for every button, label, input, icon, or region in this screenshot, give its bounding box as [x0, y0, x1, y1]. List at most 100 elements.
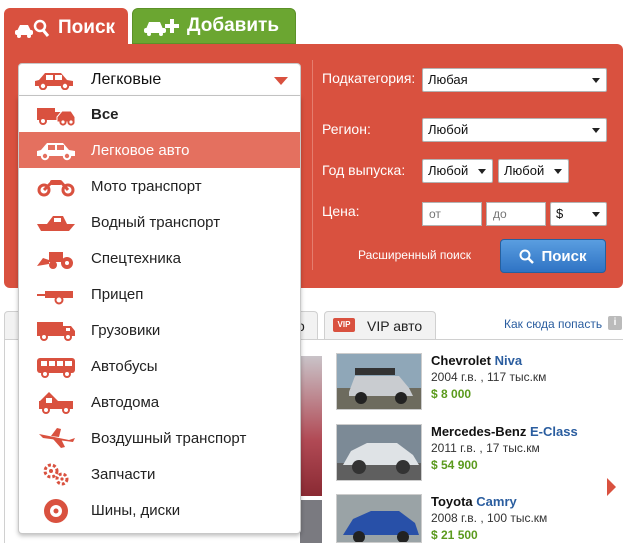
- motorcycle-icon: [37, 180, 75, 197]
- ad-price: $ 21 500: [431, 528, 478, 542]
- price-label: Цена:: [322, 203, 360, 219]
- car-photo-icon: [337, 425, 421, 480]
- year-label: Год выпуска:: [322, 162, 406, 178]
- dropdown-item-label: Все: [91, 106, 119, 123]
- category-select-value: Легковые: [91, 71, 162, 88]
- advanced-search-link[interactable]: Расширенный поиск: [358, 248, 471, 262]
- photo-strip: [300, 356, 322, 496]
- ad-make: Toyota: [431, 494, 473, 509]
- tab-search-label: Поиск: [58, 17, 116, 38]
- ad-photo[interactable]: [336, 353, 422, 410]
- ad-meta: 2011 г.в. , 17 тыс.км: [431, 441, 540, 455]
- ad-price: $ 8 000: [431, 387, 472, 401]
- ad-make: Mercedes-Benz: [431, 424, 527, 439]
- search-button-label: Поиск: [541, 247, 587, 265]
- car-photo-icon: [337, 354, 421, 409]
- car-icon: [37, 143, 75, 161]
- year-to-select[interactable]: Любой: [498, 159, 569, 183]
- dropdown-item-water[interactable]: Водный транспорт: [19, 204, 300, 240]
- search-icon: [519, 249, 535, 264]
- airplane-icon: [39, 428, 75, 448]
- chevron-down-icon: [592, 212, 600, 217]
- ad-title[interactable]: Chevrolet Niva: [431, 353, 522, 368]
- dropdown-item-all[interactable]: Все: [19, 96, 300, 132]
- ad-meta: 2004 г.в. , 117 тыс.км: [431, 370, 547, 384]
- category-select[interactable]: Легковые: [18, 63, 301, 96]
- year-from-value: Любой: [428, 163, 469, 178]
- ad-title[interactable]: Toyota Camry: [431, 494, 517, 509]
- chevron-down-icon: [478, 169, 486, 174]
- year-to-value: Любой: [504, 163, 545, 178]
- price-from-input[interactable]: [422, 202, 482, 226]
- currency-select[interactable]: $: [550, 202, 607, 226]
- category-dropdown-list: Все Легковое авто Мото транспорт Водный …: [18, 96, 301, 534]
- vip-badge-icon: VIP: [333, 318, 355, 332]
- dropdown-item-label: Прицеп: [91, 286, 144, 303]
- ad-model: Niva: [494, 353, 523, 368]
- dropdown-item-special[interactable]: Спецтехника: [19, 240, 300, 276]
- dropdown-item-label: Мото транспорт: [91, 178, 202, 195]
- dropdown-item-label: Спецтехника: [91, 250, 181, 267]
- region-value: Любой: [428, 122, 469, 137]
- dropdown-item-moto[interactable]: Мото транспорт: [19, 168, 300, 204]
- dropdown-item-label: Автодома: [91, 394, 160, 411]
- ad-item[interactable]: Chevrolet Niva 2004 г.в. , 117 тыс.км $ …: [336, 353, 616, 415]
- how-to-get-here-link[interactable]: Как сюда попасть: [504, 317, 602, 331]
- chevron-down-icon: [592, 128, 600, 133]
- ad-photo[interactable]: [336, 424, 422, 481]
- dropdown-item-tires[interactable]: Шины, диски: [19, 492, 300, 528]
- tab-add-label: Добавить: [187, 15, 280, 36]
- dropdown-item-label: Легковое авто: [91, 142, 190, 159]
- dropdown-item-label: Автобусы: [91, 358, 158, 375]
- subcategory-label: Подкатегория:: [322, 70, 416, 86]
- dropdown-item-parts[interactable]: Запчасти: [19, 456, 300, 492]
- region-label: Регион:: [322, 121, 371, 137]
- ad-model: Camry: [476, 494, 517, 509]
- region-select[interactable]: Любой: [422, 118, 607, 142]
- dropdown-item-trucks[interactable]: Грузовики: [19, 312, 300, 348]
- gears-icon: [43, 463, 69, 486]
- ad-title[interactable]: Mercedes-Benz E-Class: [431, 424, 578, 439]
- dropdown-item-buses[interactable]: Автобусы: [19, 348, 300, 384]
- tab-vip[interactable]: VIP VIP авто: [324, 311, 436, 339]
- photo-strip-bottom: [300, 500, 322, 543]
- dropdown-item-air[interactable]: Воздушный транспорт: [19, 420, 300, 456]
- car-icon: [35, 73, 73, 90]
- dropdown-item-label: Шины, диски: [91, 502, 181, 519]
- car-add-icon: [144, 19, 179, 36]
- ad-price: $ 54 900: [431, 458, 478, 472]
- car-photo-icon: [337, 495, 421, 542]
- year-from-select[interactable]: Любой: [422, 159, 493, 183]
- ad-item[interactable]: Mercedes-Benz E-Class 2011 г.в. , 17 тыс…: [336, 424, 616, 486]
- chevron-down-icon: [274, 77, 288, 85]
- tab-add[interactable]: Добавить: [132, 8, 296, 44]
- dropdown-item-trailer[interactable]: Прицеп: [19, 276, 300, 312]
- trailer-icon: [37, 291, 73, 305]
- price-to-input[interactable]: [486, 202, 546, 226]
- search-button[interactable]: Поиск: [500, 239, 606, 273]
- info-icon[interactable]: i: [608, 316, 622, 330]
- next-arrow-icon[interactable]: [607, 478, 616, 496]
- ad-meta: 2008 г.в. , 100 тыс.км: [431, 511, 548, 525]
- ad-photo[interactable]: [336, 494, 422, 543]
- tab-vip-label: VIP авто: [367, 318, 423, 334]
- subcategory-select[interactable]: Любая: [422, 68, 607, 92]
- motorhome-icon: [39, 392, 73, 414]
- dropdown-item-motorhomes[interactable]: Автодома: [19, 384, 300, 420]
- chevron-down-icon: [554, 169, 562, 174]
- truck-car-icon: [37, 108, 76, 126]
- dropdown-item-label: Запчасти: [91, 466, 156, 483]
- ad-model: E-Class: [530, 424, 578, 439]
- dropdown-item-label: Грузовики: [91, 322, 161, 339]
- dropdown-item-car[interactable]: Легковое авто: [19, 132, 300, 168]
- boat-icon: [37, 216, 75, 231]
- panel-divider: [312, 60, 313, 270]
- ad-item[interactable]: Toyota Camry 2008 г.в. , 100 тыс.км $ 21…: [336, 494, 616, 556]
- tab-search[interactable]: Поиск: [4, 8, 128, 48]
- bus-icon: [37, 358, 75, 378]
- tire-icon: [44, 499, 68, 523]
- dropdown-item-label: Водный транспорт: [91, 214, 221, 231]
- ad-make: Chevrolet: [431, 353, 491, 368]
- car-search-icon: [15, 19, 50, 38]
- tractor-icon: [37, 252, 73, 269]
